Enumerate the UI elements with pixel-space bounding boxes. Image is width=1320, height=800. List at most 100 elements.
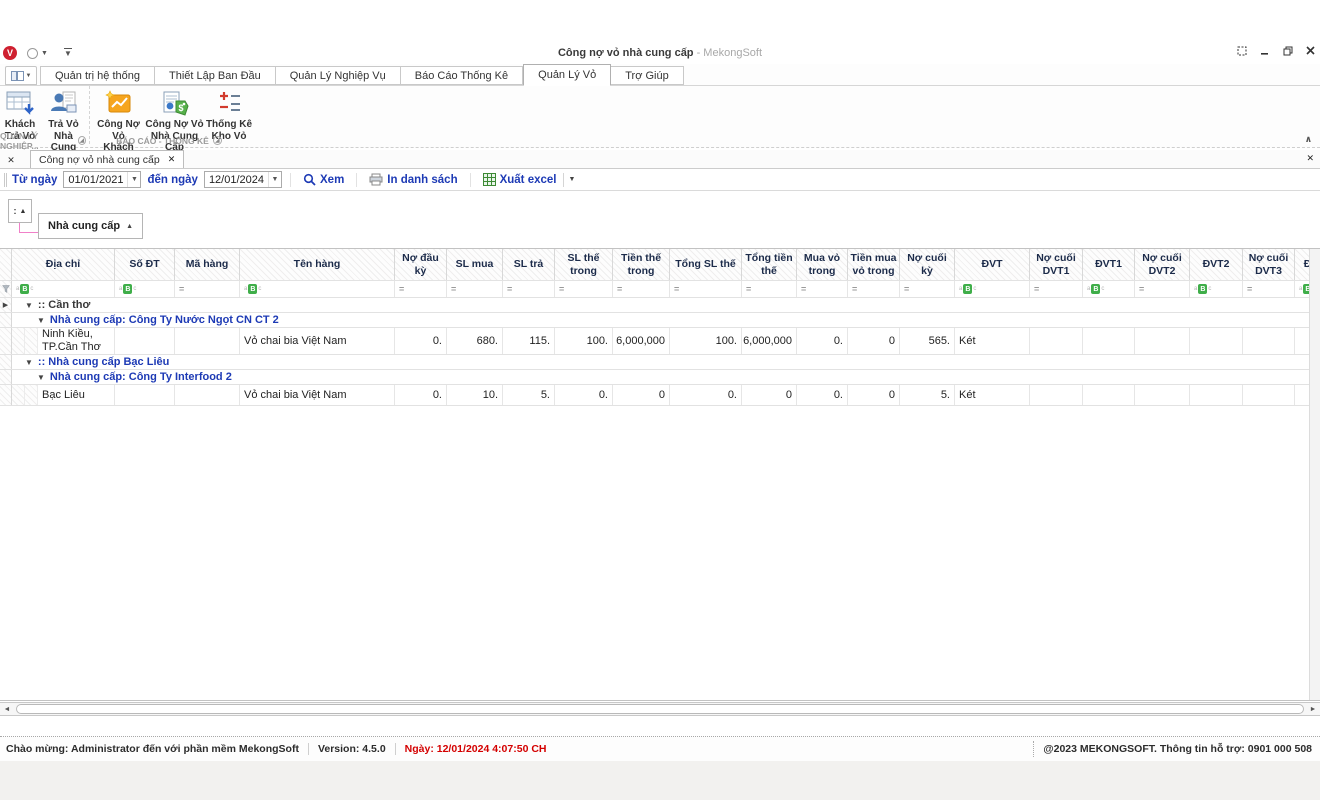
filter-cell-11[interactable]: = xyxy=(797,281,848,297)
expand-collapse-icon[interactable]: ▼ xyxy=(25,358,33,367)
column-header-7[interactable]: SL thế trong xyxy=(555,249,613,280)
cell-5-15[interactable] xyxy=(1030,385,1083,405)
document-tab-active[interactable]: Công nợ vỏ nhà cung cấp ✕ xyxy=(30,150,184,168)
column-header-14[interactable]: ĐVT xyxy=(955,249,1030,280)
table-row[interactable]: Ninh Kiều, TP.Cần ThơVỏ chai bia Việt Na… xyxy=(0,328,1320,355)
cell-5-2[interactable] xyxy=(175,385,240,405)
filter-cell-6[interactable]: = xyxy=(503,281,555,297)
cell-5-1[interactable] xyxy=(115,385,175,405)
group-row[interactable]: ▼Nhà cung cấp: Công Ty Interfood 2 xyxy=(0,370,1320,385)
cell-2-15[interactable] xyxy=(1030,328,1083,354)
filter-cell-14[interactable]: aBc xyxy=(955,281,1030,297)
cell-2-11[interactable]: 0. xyxy=(797,328,848,354)
filter-cell-9[interactable]: = xyxy=(670,281,742,297)
column-header-6[interactable]: SL trả xyxy=(503,249,555,280)
filter-cell-18[interactable]: aBc xyxy=(1190,281,1243,297)
cell-5-14[interactable]: Két xyxy=(955,385,1030,405)
filter-cell-5[interactable]: = xyxy=(447,281,503,297)
scrollbar-thumb[interactable] xyxy=(16,704,1304,714)
horizontal-scrollbar[interactable]: ◄ ► xyxy=(0,702,1320,716)
column-header-1[interactable]: Số ĐT xyxy=(115,249,175,280)
group-dialog-launcher-icon[interactable]: ◢ xyxy=(213,136,222,145)
group-dialog-launcher-icon[interactable]: ◢ xyxy=(78,136,87,145)
cell-5-16[interactable] xyxy=(1083,385,1135,405)
cell-2-9[interactable]: 100. xyxy=(670,328,742,354)
close-all-tabs-icon[interactable]: ✕ xyxy=(0,152,22,168)
column-header-9[interactable]: Tổng SL thế xyxy=(670,249,742,280)
filter-cell-17[interactable]: = xyxy=(1135,281,1190,297)
cell-5-18[interactable] xyxy=(1190,385,1243,405)
cell-5-11[interactable]: 0. xyxy=(797,385,848,405)
group-field-nha-cung-cap[interactable]: Nhà cung cấp ▲ xyxy=(38,213,143,239)
cell-5-13[interactable]: 5. xyxy=(900,385,955,405)
ribbon-collapse-icon[interactable]: ∧ xyxy=(1305,134,1312,145)
cell-5-19[interactable] xyxy=(1243,385,1295,405)
column-header-12[interactable]: Tiền mua vỏ trong xyxy=(848,249,900,280)
cell-5-4[interactable]: 0. xyxy=(395,385,447,405)
column-header-0[interactable]: Địa chỉ xyxy=(12,249,115,280)
filter-cell-10[interactable]: = xyxy=(742,281,797,297)
column-header-17[interactable]: Nợ cuối DVT2 xyxy=(1135,249,1190,280)
cell-2-4[interactable]: 0. xyxy=(395,328,447,354)
column-header-15[interactable]: Nợ cuối DVT1 xyxy=(1030,249,1083,280)
expand-collapse-icon[interactable]: ▼ xyxy=(37,373,45,382)
print-list-button[interactable]: In danh sách xyxy=(369,173,457,186)
cell-2-6[interactable]: 115. xyxy=(503,328,555,354)
filter-cell-4[interactable]: = xyxy=(395,281,447,297)
cell-2-8[interactable]: 6,000,000 xyxy=(613,328,670,354)
scroll-right-icon[interactable]: ► xyxy=(1306,703,1320,715)
column-header-11[interactable]: Mua vỏ trong xyxy=(797,249,848,280)
group-row[interactable]: ▼Nhà cung cấp: Công Ty Nước Ngọt CN CT 2 xyxy=(0,313,1320,328)
cell-5-8[interactable]: 0 xyxy=(613,385,670,405)
filter-cell-16[interactable]: aBc xyxy=(1083,281,1135,297)
ribbon-tab-3[interactable]: Báo Cáo Thống Kê xyxy=(401,66,523,85)
expand-collapse-icon[interactable]: ▼ xyxy=(25,301,33,310)
group-row[interactable]: ▼:: Nhà cung cấp Bạc Liêu xyxy=(0,355,1320,370)
ribbon-tab-4[interactable]: Quản Lý Vỏ xyxy=(523,64,611,86)
cell-2-13[interactable]: 565. xyxy=(900,328,955,354)
cell-5-3[interactable]: Vỏ chai bia Việt Nam xyxy=(240,385,395,405)
filter-cell-2[interactable]: = xyxy=(175,281,240,297)
filter-cell-1[interactable]: aBc xyxy=(115,281,175,297)
cell-5-9[interactable]: 0. xyxy=(670,385,742,405)
from-date-combo[interactable]: 01/01/2021 ▼ xyxy=(63,171,141,188)
cell-2-10[interactable]: 6,000,000 xyxy=(742,328,797,354)
close-tab-icon[interactable]: ✕ xyxy=(168,154,176,165)
filter-cell-0[interactable]: aBc xyxy=(12,281,115,297)
filter-cell-8[interactable]: = xyxy=(613,281,670,297)
cell-2-14[interactable]: Két xyxy=(955,328,1030,354)
to-date-combo[interactable]: 12/01/2024 ▼ xyxy=(204,171,282,188)
expand-collapse-icon[interactable]: ▼ xyxy=(37,316,45,325)
layout-mini-tab[interactable]: ▼ xyxy=(5,66,37,85)
close-icon[interactable]: ✕ xyxy=(1306,153,1314,164)
filter-cell-7[interactable]: = xyxy=(555,281,613,297)
cell-5-5[interactable]: 10. xyxy=(447,385,503,405)
column-header-2[interactable]: Mã hàng xyxy=(175,249,240,280)
group-row[interactable]: ▶▼:: Cần thơ xyxy=(0,298,1320,313)
cell-2-2[interactable] xyxy=(175,328,240,354)
fullscreen-icon[interactable] xyxy=(1236,45,1247,56)
cell-2-5[interactable]: 680. xyxy=(447,328,503,354)
minimize-icon[interactable] xyxy=(1259,45,1270,56)
column-header-18[interactable]: ĐVT2 xyxy=(1190,249,1243,280)
cell-2-17[interactable] xyxy=(1135,328,1190,354)
column-header-19[interactable]: Nợ cuối DVT3 xyxy=(1243,249,1295,280)
cell-2-7[interactable]: 100. xyxy=(555,328,613,354)
view-button[interactable]: Xem xyxy=(303,173,344,186)
excel-dropdown-icon[interactable]: ▼ xyxy=(563,173,576,187)
cell-5-6[interactable]: 5. xyxy=(503,385,555,405)
ribbon-tab-0[interactable]: Quản trị hệ thống xyxy=(40,66,155,85)
column-header-13[interactable]: Nợ cuối kỳ xyxy=(900,249,955,280)
vertical-scrollbar[interactable] xyxy=(1309,249,1320,700)
filter-cell-3[interactable]: aBc xyxy=(240,281,395,297)
group-options-button[interactable]: :▲ xyxy=(8,199,32,223)
column-header-3[interactable]: Tên hàng xyxy=(240,249,395,280)
ribbon-tab-5[interactable]: Trợ Giúp xyxy=(611,66,683,85)
column-header-5[interactable]: SL mua xyxy=(447,249,503,280)
filter-cell-15[interactable]: = xyxy=(1030,281,1083,297)
cell-5-7[interactable]: 0. xyxy=(555,385,613,405)
filter-cell-12[interactable]: = xyxy=(848,281,900,297)
cell-5-10[interactable]: 0 xyxy=(742,385,797,405)
column-header-16[interactable]: ĐVT1 xyxy=(1083,249,1135,280)
cell-5-17[interactable] xyxy=(1135,385,1190,405)
